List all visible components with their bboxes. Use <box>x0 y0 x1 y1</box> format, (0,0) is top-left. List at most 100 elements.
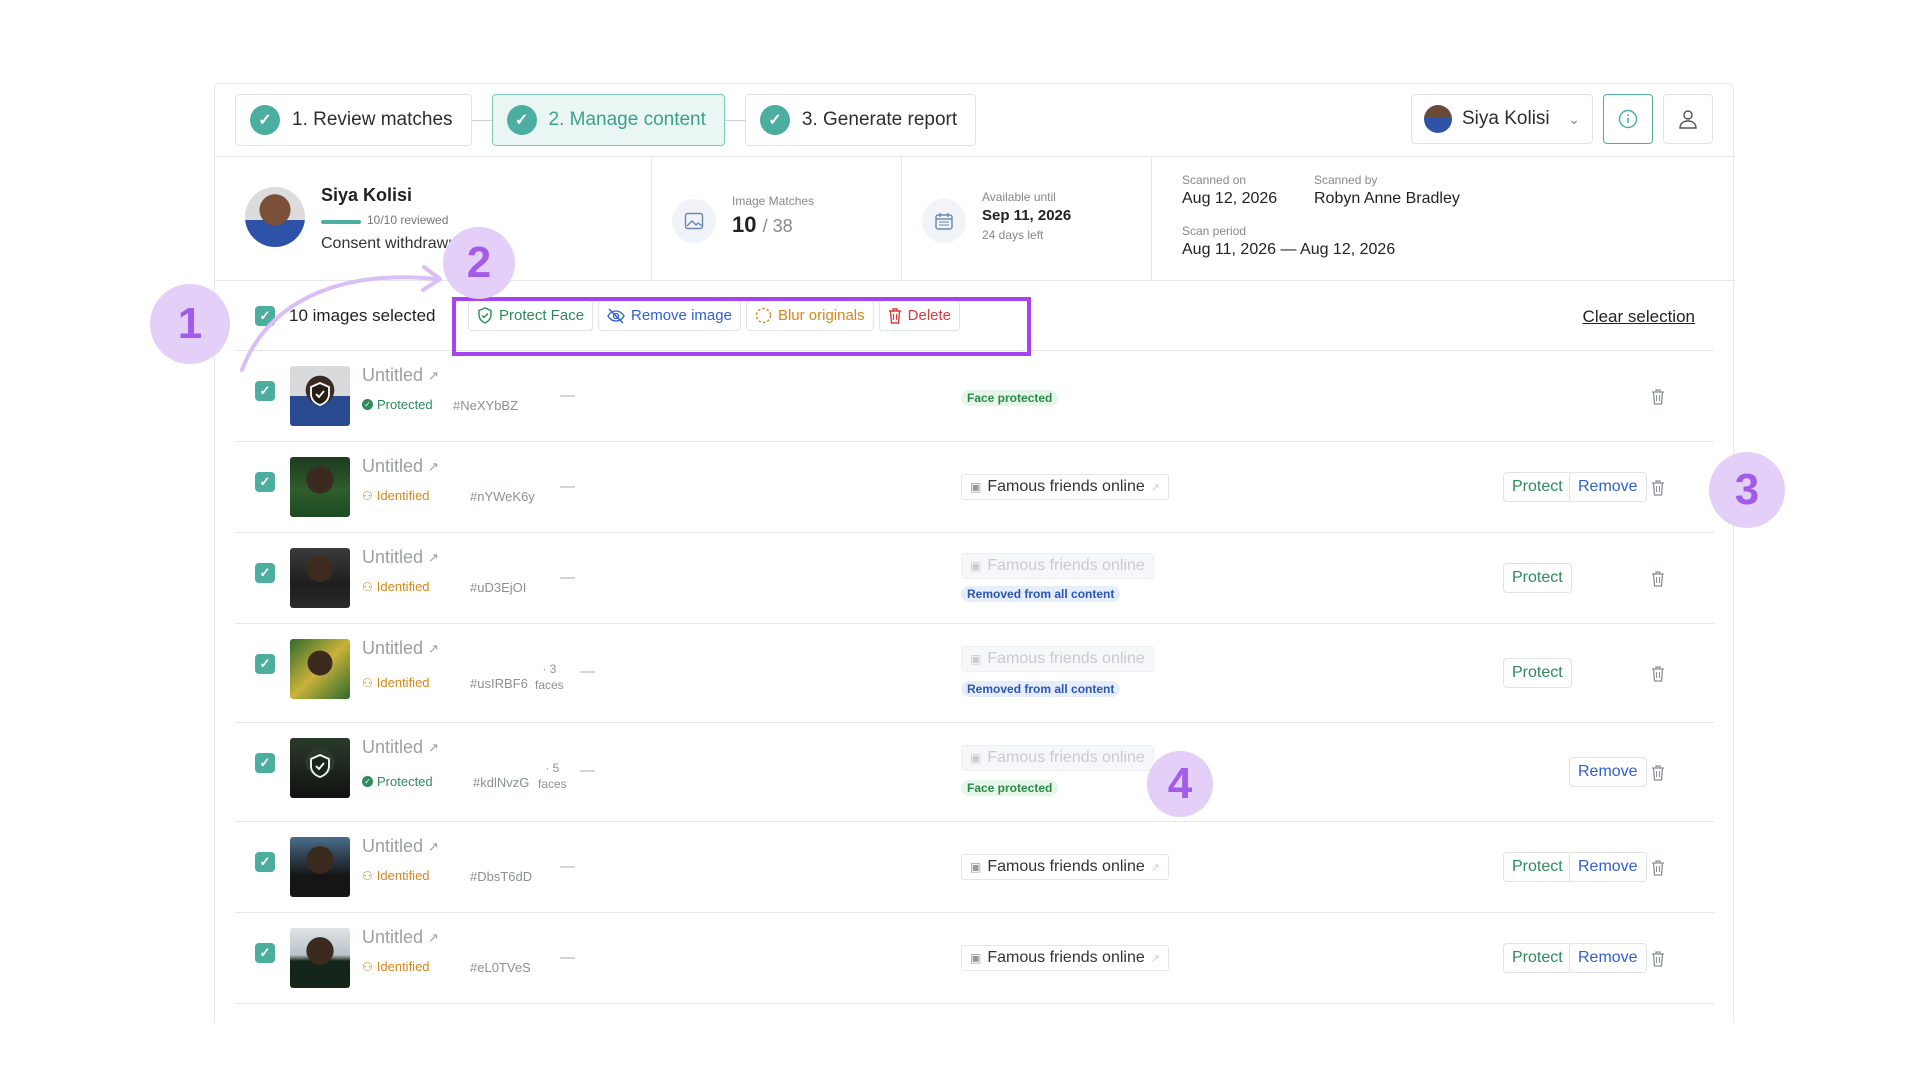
remove-button[interactable]: Remove <box>1569 472 1647 502</box>
image-thumbnail[interactable] <box>290 457 350 517</box>
table-row: ✓ Untitled ↗ ⚇ Identified #DbsT6dD — ▣ Famo… <box>235 822 1715 913</box>
status-label: Identified <box>376 579 430 594</box>
trash-icon[interactable] <box>1648 385 1668 407</box>
step-review-matches[interactable]: ✓ 1. Review matches <box>235 94 472 146</box>
step-generate-report[interactable]: ✓ 3. Generate report <box>744 94 977 146</box>
row-checkbox[interactable]: ✓ <box>255 472 275 492</box>
faces-number: · 3 <box>542 662 557 676</box>
source-link[interactable]: ▣ Famous friends online <box>961 553 1154 579</box>
account-button[interactable] <box>1663 94 1713 144</box>
scan-meta-cell: Scanned on Aug 12, 2026 Scanned by Robyn… <box>1152 157 1735 280</box>
image-title[interactable]: Untitled ↗ <box>362 638 439 659</box>
image-id: #eL0TVeS <box>470 960 531 975</box>
image-title-text: Untitled <box>362 927 424 947</box>
trash-icon[interactable] <box>1648 947 1668 969</box>
table-row: ✓ Untitled ↗ ⚇ Identified #eL0TVeS — ▣ Famo… <box>235 913 1715 1004</box>
row-checkbox[interactable]: ✓ <box>255 654 275 674</box>
image-title-text: Untitled <box>362 456 424 476</box>
source-link[interactable]: ▣ Famous friends online ↗ <box>961 854 1169 880</box>
protect-button[interactable]: Protect <box>1503 658 1572 688</box>
table-row: ✓ Untitled ↗ ⚇ Identified #nYWeK6y — ▣ Famo… <box>235 442 1715 533</box>
row-checkbox[interactable]: ✓ <box>255 381 275 401</box>
remove-button[interactable]: Remove <box>1569 943 1647 973</box>
step-label: 2. Manage content <box>548 109 706 130</box>
external-link-icon: ↗ <box>1150 861 1160 874</box>
image-thumbnail[interactable] <box>290 837 350 897</box>
image-title-text: Untitled <box>362 547 424 567</box>
consent-status: Consent withdrawn <box>321 235 455 252</box>
shield-icon <box>310 754 330 778</box>
source-link[interactable]: ▣ Famous friends online <box>961 745 1154 771</box>
empty-value: — <box>580 663 595 680</box>
source-link[interactable]: ▣ Famous friends online ↗ <box>961 945 1169 971</box>
info-icon <box>1618 109 1638 129</box>
empty-value: — <box>560 478 575 495</box>
trash-icon[interactable] <box>1648 856 1668 878</box>
image-icon: ▣ <box>970 559 982 573</box>
source-link[interactable]: ▣ Famous friends online ↗ <box>961 474 1169 500</box>
faces-number: · 5 <box>545 761 560 775</box>
reviewed-count: 10/10 reviewed <box>367 213 449 227</box>
image-thumbnail[interactable] <box>290 366 350 426</box>
protect-button[interactable]: Protect <box>1503 852 1572 882</box>
trash-icon[interactable] <box>1648 567 1668 589</box>
available-label: Available until <box>982 190 1056 204</box>
row-checkbox[interactable]: ✓ <box>255 753 275 773</box>
image-title[interactable]: Untitled ↗ <box>362 927 439 948</box>
avatar <box>245 187 305 247</box>
empty-value: — <box>560 387 575 404</box>
faces-count: · 5 faces <box>538 760 567 792</box>
protect-button[interactable]: Protect <box>1503 563 1572 593</box>
image-thumbnail[interactable] <box>290 548 350 608</box>
step-manage-content[interactable]: ✓ 2. Manage content <box>491 94 725 146</box>
info-button[interactable] <box>1603 94 1653 144</box>
image-matches-value: 10 / 38 <box>732 212 793 238</box>
chevron-down-icon: ⌄ <box>1568 110 1580 127</box>
empty-value: — <box>560 858 575 875</box>
image-icon: ▣ <box>970 951 982 965</box>
image-thumbnail[interactable] <box>290 928 350 988</box>
remove-button[interactable]: Remove <box>1569 852 1647 882</box>
header-actions: Siya Kolisi ⌄ <box>1411 94 1713 144</box>
annotation-marker: 3 <box>1709 452 1785 528</box>
availability-cell: Available until Sep 11, 2026 24 days lef… <box>902 157 1152 280</box>
image-title-text: Untitled <box>362 638 424 658</box>
row-checkbox[interactable]: ✓ <box>255 943 275 963</box>
image-id: #nYWeK6y <box>470 489 535 504</box>
image-thumbnail[interactable] <box>290 639 350 699</box>
source-link[interactable]: ▣ Famous friends online <box>961 646 1154 672</box>
status-badge: ⚇ Identified <box>362 488 430 503</box>
status-badge: ⚇ Identified <box>362 675 430 690</box>
faces-label: faces <box>538 777 567 791</box>
image-title[interactable]: Untitled ↗ <box>362 836 439 857</box>
protect-button[interactable]: Protect <box>1503 943 1572 973</box>
image-matches-cell: Image Matches 10 / 38 <box>652 157 902 280</box>
trash-icon[interactable] <box>1648 476 1668 498</box>
row-checkbox[interactable]: ✓ <box>255 563 275 583</box>
status-label: Identified <box>376 675 430 690</box>
image-matches-label: Image Matches <box>732 194 815 208</box>
external-link-icon: ↗ <box>1150 481 1160 494</box>
user-icon: ⚇ <box>362 488 373 503</box>
check-icon: ✓ <box>250 105 280 135</box>
clear-selection-link[interactable]: Clear selection <box>1583 307 1695 327</box>
image-title-text: Untitled <box>362 836 424 856</box>
user-dropdown[interactable]: Siya Kolisi ⌄ <box>1411 94 1593 144</box>
trash-icon[interactable] <box>1648 662 1668 684</box>
remove-button[interactable]: Remove <box>1569 757 1647 787</box>
row-checkbox[interactable]: ✓ <box>255 852 275 872</box>
image-title[interactable]: Untitled ↗ <box>362 456 439 477</box>
status-badge: ⚇ Identified <box>362 579 430 594</box>
check-icon: ✓ <box>506 105 537 135</box>
image-title[interactable]: Untitled ↗ <box>362 737 439 758</box>
user-icon: ⚇ <box>362 579 373 594</box>
trash-icon[interactable] <box>1648 761 1668 783</box>
external-link-icon: ↗ <box>428 549 439 565</box>
protect-button[interactable]: Protect <box>1503 472 1572 502</box>
external-link-icon: ↗ <box>428 929 439 945</box>
image-thumbnail[interactable] <box>290 738 350 798</box>
days-left: 24 days left <box>982 228 1044 242</box>
available-date: Sep 11, 2026 <box>982 207 1072 224</box>
image-title[interactable]: Untitled ↗ <box>362 547 439 568</box>
manage-content-card: ✓ 1. Review matches ✓ 2. Manage content … <box>214 83 1735 1023</box>
